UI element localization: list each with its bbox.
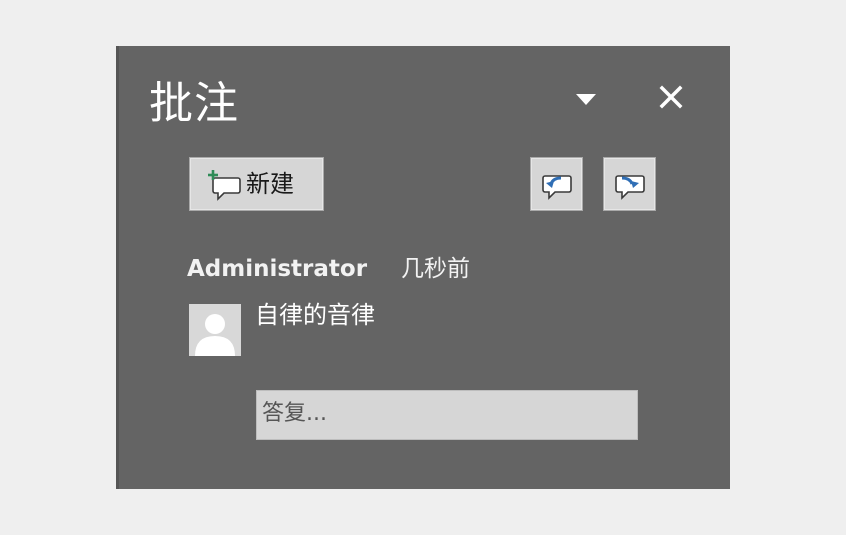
previous-comment-button[interactable]	[530, 157, 583, 211]
close-pane-button[interactable]	[655, 81, 687, 113]
dropdown-triangle-icon	[576, 94, 596, 105]
comment-author: Administrator	[187, 256, 368, 282]
reply-input[interactable]: 答复...	[256, 390, 638, 440]
new-comment-button[interactable]: 新建	[189, 157, 324, 211]
comment-text: 自律的音律	[255, 301, 375, 329]
next-comment-button[interactable]	[603, 157, 656, 211]
pane-options-button[interactable]	[567, 84, 603, 114]
comments-pane: 批注 新建 Administrator 几秒前 自律的音律 答复...	[116, 46, 730, 489]
new-comment-label: 新建	[246, 170, 294, 198]
pane-title: 批注	[149, 78, 239, 129]
avatar	[189, 304, 241, 356]
default-user-icon	[189, 304, 241, 356]
close-icon	[659, 85, 683, 109]
comment-timestamp: 几秒前	[401, 256, 470, 282]
new-comment-icon	[208, 170, 241, 201]
previous-comment-icon	[542, 175, 572, 200]
next-comment-icon	[615, 175, 645, 200]
